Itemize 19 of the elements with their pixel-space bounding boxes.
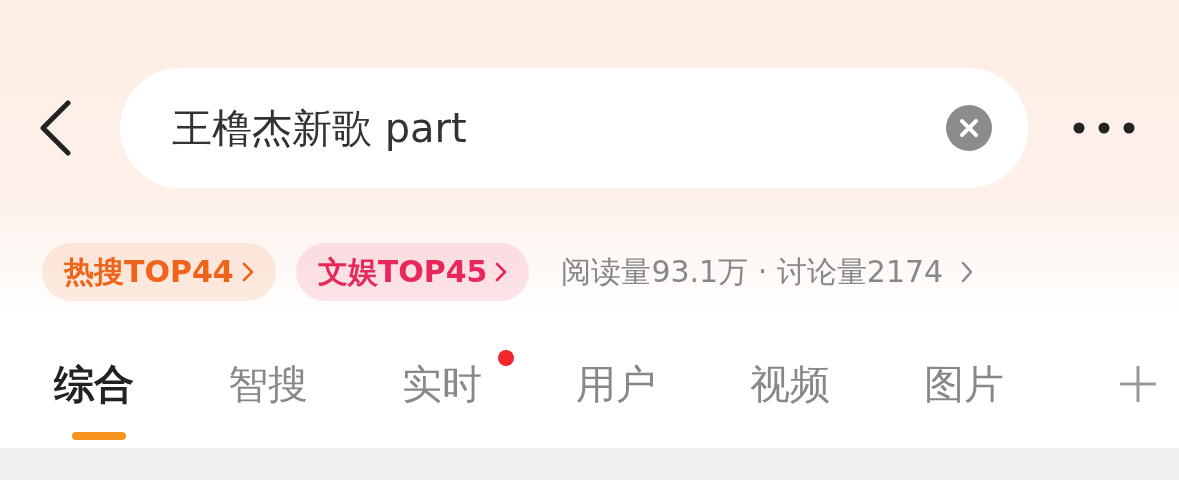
search-input[interactable]: 王橹杰新歌 part <box>170 104 946 152</box>
tab[interactable]: 图片 <box>924 356 1004 412</box>
stats-text: 阅读量93.1万 · 讨论量2174 <box>561 252 944 291</box>
tab[interactable]: 用户 <box>576 356 656 412</box>
add-icon[interactable] <box>1118 364 1158 404</box>
tab[interactable]: 综合 <box>54 356 134 412</box>
chevron-right-icon <box>241 262 254 282</box>
clear-icon[interactable] <box>946 105 992 151</box>
back-icon[interactable] <box>38 100 72 156</box>
tab[interactable]: 实时 <box>402 356 482 412</box>
tab[interactable]: 视频 <box>750 356 830 412</box>
chevron-right-icon <box>495 262 508 282</box>
search-bar[interactable]: 王橹杰新歌 part <box>120 68 1028 188</box>
chevron-right-icon[interactable] <box>961 261 974 283</box>
tab-indicator <box>72 432 126 440</box>
tab[interactable]: 智搜 <box>228 356 308 412</box>
rank-badge[interactable]: 文娱TOP45 <box>295 243 530 301</box>
rank-badge[interactable]: 热搜TOP44 <box>42 243 276 301</box>
more-icon[interactable] <box>1072 121 1136 135</box>
